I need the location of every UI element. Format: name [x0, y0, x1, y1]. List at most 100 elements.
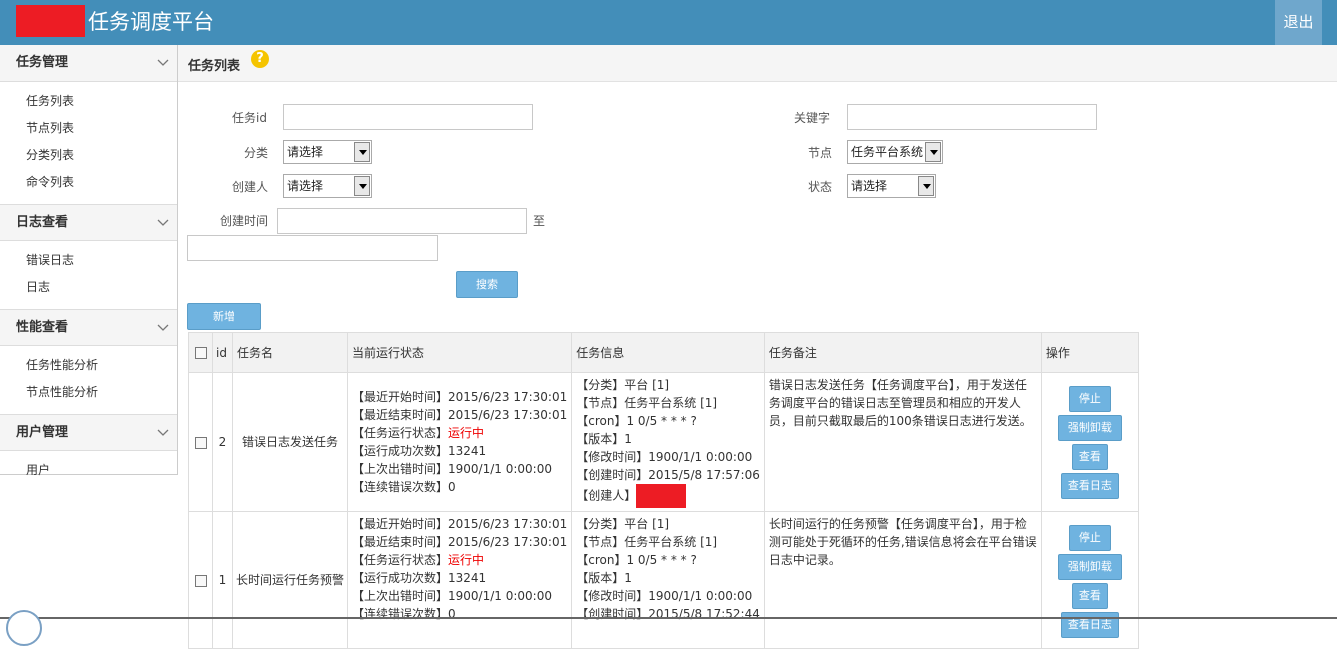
- creator-label: 创建人: [232, 180, 269, 194]
- row-checkbox[interactable]: [194, 436, 207, 449]
- run-state-label: 【任务运行状态】: [352, 426, 449, 440]
- run-state: 【任务运行状态】运行中: [352, 424, 567, 442]
- sidebar-item-task-performance[interactable]: 任务性能分析: [0, 352, 177, 379]
- run-state-value: 运行中: [448, 553, 485, 567]
- task-status-cell: 【最近开始时间】2015/6/23 17:30:01 【最近结束时间】2015/…: [346, 511, 573, 649]
- column-header-name: 任务名: [232, 332, 348, 373]
- category-select-value: 请选择: [287, 145, 324, 159]
- sidebar-item-node-list[interactable]: 节点列表: [0, 115, 177, 142]
- sidebar-group-log-view[interactable]: 日志查看: [0, 204, 177, 241]
- creator-select[interactable]: 请选择: [283, 174, 372, 198]
- task-node: 【节点】任务平台系统 [1]: [576, 535, 718, 549]
- task-note-cell: 错误日志发送任务【任务调度平台】，用于发送任务调度平台的错误日志至管理员和相应的…: [763, 372, 1042, 512]
- task-cron: 【cron】1 0/5 * * * ?: [576, 414, 697, 428]
- creator-redacted: [636, 484, 687, 508]
- sidebar-item-error-log[interactable]: 错误日志: [0, 247, 177, 274]
- task-cron: 【cron】1 0/5 * * * ?: [576, 553, 697, 567]
- to-label: 至: [533, 214, 546, 228]
- sidebar-group-task-management[interactable]: 任务管理: [0, 45, 177, 82]
- chevron-down-icon: [157, 59, 169, 66]
- last-start-time: 【最近开始时间】2015/6/23 17:30:01: [352, 517, 568, 531]
- task-name-cell: 错误日志发送任务: [232, 372, 348, 512]
- main-content: 任务列表 ? 任务id 关键字 分类 请选择 节点 任务平台系统 创建人 请选择…: [178, 45, 1337, 649]
- created-time-end-input[interactable]: [187, 235, 438, 261]
- sidebar-item-command-list[interactable]: 命令列表: [0, 169, 177, 196]
- creator-label: 【创建人】: [576, 488, 637, 503]
- task-category: 【分类】平台 [1]: [576, 517, 670, 531]
- row-select-cell: [188, 372, 213, 512]
- logout-button[interactable]: 退出: [1275, 0, 1322, 45]
- task-node: 【节点】任务平台系统 [1]: [576, 396, 718, 410]
- sidebar-item-task-list[interactable]: 任务列表: [0, 88, 177, 115]
- add-task-button[interactable]: 新增: [187, 303, 261, 330]
- question-icon[interactable]: ?: [251, 50, 269, 68]
- column-header-status: 当前运行状态: [346, 332, 573, 373]
- sidebar-item-category-list[interactable]: 分类列表: [0, 142, 177, 169]
- run-state-label: 【任务运行状态】: [352, 553, 449, 567]
- node-select-value: 任务平台系统: [851, 145, 924, 159]
- select-all-checkbox[interactable]: [194, 347, 207, 359]
- column-header-info: 任务信息: [571, 332, 765, 373]
- sidebar-item-user[interactable]: 用户: [0, 457, 177, 484]
- task-created-time: 【创建时间】2015/5/8 17:52:44: [576, 607, 760, 621]
- task-actions-cell: 停止 强制卸载 查看 查看日志: [1040, 511, 1139, 649]
- task-name-cell: 长时间运行任务预警: [232, 511, 348, 649]
- select-all-header: [188, 332, 213, 373]
- view-log-button[interactable]: 查看日志: [1060, 612, 1119, 638]
- task-modified-time: 【修改时间】1900/1/1 0:00:00: [576, 589, 753, 603]
- sidebar-group-performance[interactable]: 性能查看: [0, 309, 177, 346]
- task-info-cell: 【分类】平台 [1] 【节点】任务平台系统 [1] 【cron】1 0/5 * …: [571, 372, 765, 512]
- consecutive-errors: 【连续错误次数】0: [352, 607, 456, 621]
- success-count: 【运行成功次数】13241: [352, 444, 487, 458]
- status-label: 状态: [808, 180, 833, 194]
- column-header-actions: 操作: [1040, 332, 1139, 373]
- search-button[interactable]: 搜索: [456, 271, 518, 298]
- node-select[interactable]: 任务平台系统: [847, 140, 943, 164]
- logo-redacted: [16, 5, 85, 37]
- dropdown-arrow-icon: [354, 142, 370, 162]
- sidebar-group-user-management[interactable]: 用户管理: [0, 414, 177, 451]
- task-id-label: 任务id: [232, 111, 267, 125]
- table-row: 2 错误日志发送任务 【最近开始时间】2015/6/23 17:30:01 【最…: [188, 372, 1139, 512]
- task-info-cell: 【分类】平台 [1] 【节点】任务平台系统 [1] 【cron】1 0/5 * …: [571, 511, 765, 649]
- keyword-label: 关键字: [794, 111, 831, 125]
- dropdown-arrow-icon: [925, 142, 941, 162]
- dropdown-arrow-icon: [354, 176, 370, 196]
- category-label: 分类: [244, 146, 269, 160]
- table-header-row: id 任务名 当前运行状态 任务信息 任务备注 操作: [188, 332, 1139, 373]
- sidebar-group-label: 性能查看: [16, 320, 69, 335]
- run-state: 【任务运行状态】运行中: [352, 551, 567, 569]
- row-checkbox[interactable]: [194, 574, 207, 587]
- task-creator: 【创建人】: [576, 484, 760, 508]
- keyword-input[interactable]: [847, 104, 1097, 130]
- breadcrumb: 任务列表 ?: [178, 45, 1337, 82]
- force-unload-button[interactable]: 强制卸载: [1057, 554, 1122, 580]
- sidebar: 任务管理 任务列表 节点列表 分类列表 命令列表 日志查看 错误日志 日志 性能…: [0, 45, 178, 477]
- force-unload-button[interactable]: 强制卸载: [1057, 414, 1122, 441]
- creator-select-value: 请选择: [287, 179, 324, 193]
- created-time-label: 创建时间: [220, 214, 269, 228]
- last-end-time: 【最近结束时间】2015/6/23 17:30:01: [352, 408, 568, 422]
- chevron-down-icon: [157, 429, 169, 436]
- category-select[interactable]: 请选择: [283, 140, 372, 164]
- created-time-start-input[interactable]: [277, 208, 527, 234]
- task-status-cell: 【最近开始时间】2015/6/23 17:30:01 【最近结束时间】2015/…: [346, 372, 573, 512]
- status-select[interactable]: 请选择: [847, 174, 936, 198]
- task-category: 【分类】平台 [1]: [576, 378, 670, 392]
- view-button[interactable]: 查看: [1071, 583, 1108, 609]
- sidebar-item-log[interactable]: 日志: [0, 274, 177, 301]
- node-label: 节点: [808, 146, 833, 160]
- view-log-button[interactable]: 查看日志: [1060, 472, 1119, 499]
- task-note-cell: 长时间运行的任务预警【任务调度平台】，用于检测可能处于死循环的任务,错误信息将会…: [763, 511, 1042, 649]
- sidebar-group-label: 用户管理: [16, 425, 69, 440]
- task-version: 【版本】1: [576, 432, 632, 446]
- task-id-input[interactable]: [283, 104, 533, 130]
- stop-button[interactable]: 停止: [1068, 385, 1111, 412]
- stop-button[interactable]: 停止: [1068, 525, 1111, 551]
- view-button[interactable]: 查看: [1071, 443, 1108, 470]
- sidebar-item-node-performance[interactable]: 节点性能分析: [0, 379, 177, 406]
- sidebar-group-label: 日志查看: [16, 215, 69, 230]
- status-select-value: 请选择: [851, 179, 888, 193]
- start-button-icon[interactable]: [6, 610, 42, 646]
- last-error-time: 【上次出错时间】1900/1/1 0:00:00: [352, 589, 552, 603]
